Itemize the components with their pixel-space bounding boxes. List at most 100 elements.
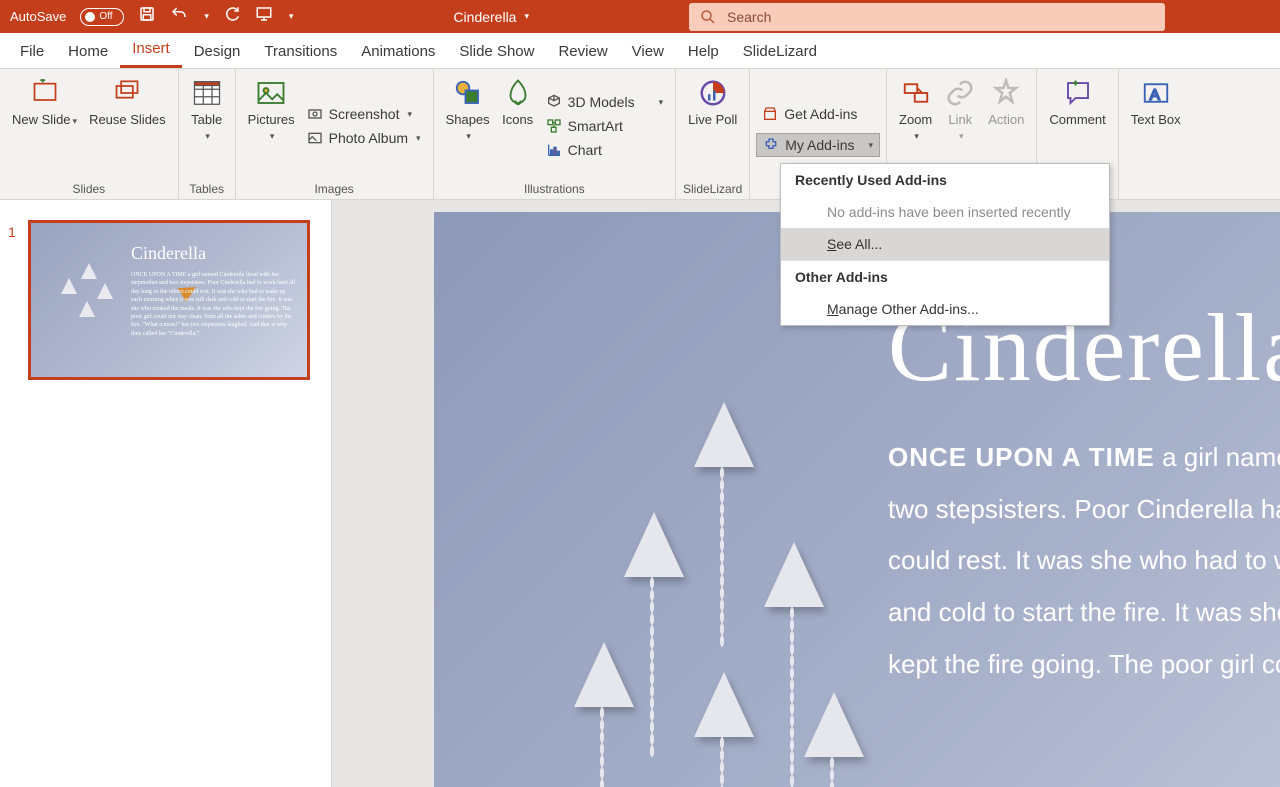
- screenshot-icon: [307, 106, 323, 122]
- chevron-down-icon: ▾: [416, 133, 421, 144]
- smartart-icon: [546, 118, 562, 134]
- dropdown-no-recent: No add-ins have been inserted recently: [781, 196, 1109, 228]
- smartart-label: SmartArt: [568, 118, 623, 134]
- chevron-down-icon: ▾: [270, 131, 275, 141]
- icons-button[interactable]: Icons: [496, 73, 540, 179]
- chevron-down-icon: ▾: [407, 109, 412, 120]
- tab-view[interactable]: View: [620, 35, 676, 68]
- chevron-down-icon: ▾: [73, 116, 78, 126]
- undo-dropdown-icon[interactable]: ▾: [204, 11, 209, 22]
- tab-home[interactable]: Home: [56, 35, 120, 68]
- save-icon[interactable]: [138, 5, 156, 28]
- link-icon: [944, 77, 976, 109]
- plane-icon: [694, 672, 754, 737]
- tab-review[interactable]: Review: [546, 35, 619, 68]
- chevron-down-icon: ▾: [205, 131, 210, 141]
- plane-icon: [804, 692, 864, 757]
- tab-insert[interactable]: Insert: [120, 32, 182, 68]
- plane-icon: [624, 512, 684, 577]
- comment-label: Comment: [1049, 113, 1105, 128]
- 3d-models-button[interactable]: 3D Models▾: [540, 91, 669, 113]
- chart-button[interactable]: Chart: [540, 139, 669, 161]
- qat-customize-icon[interactable]: ▾: [289, 11, 294, 22]
- plane-icon: [81, 263, 97, 279]
- group-label-images: Images: [242, 179, 427, 199]
- chevron-down-icon: ▾: [466, 131, 471, 141]
- tab-transitions[interactable]: Transitions: [252, 35, 349, 68]
- plane-icon: [574, 642, 634, 707]
- slide-body-lead: ONCE UPON A TIME: [888, 442, 1155, 472]
- my-addins-dropdown: Recently Used Add-ins No add-ins have be…: [780, 163, 1110, 326]
- zoom-label: Zoom: [899, 112, 932, 127]
- autosave-toggle[interactable]: Off: [80, 8, 124, 26]
- smartart-button[interactable]: SmartArt: [540, 115, 669, 137]
- group-label-tables: Tables: [185, 179, 229, 199]
- tabs-bar: File Home Insert Design Transitions Anim…: [0, 33, 1280, 69]
- plane-icon: [79, 301, 95, 317]
- text-box-icon: A: [1140, 77, 1172, 109]
- tab-design[interactable]: Design: [182, 35, 253, 68]
- redo-icon[interactable]: [223, 5, 241, 28]
- group-label-illustrations: Illustrations: [440, 179, 670, 199]
- live-poll-icon: [697, 77, 729, 109]
- tab-help[interactable]: Help: [676, 35, 731, 68]
- search-box[interactable]: Search: [689, 3, 1165, 31]
- pictures-button[interactable]: Pictures ▾: [242, 73, 301, 179]
- get-addins-label: Get Add-ins: [784, 106, 857, 122]
- my-addins-button[interactable]: My Add-ins▾: [756, 133, 880, 157]
- photo-album-label: Photo Album: [329, 130, 408, 146]
- tab-animations[interactable]: Animations: [349, 35, 447, 68]
- group-text: A Text Box: [1119, 69, 1193, 199]
- icons-icon: [502, 77, 534, 109]
- table-button[interactable]: Table ▾: [185, 73, 229, 179]
- quick-access-toolbar: ▾ ▾: [138, 5, 293, 28]
- photo-album-button[interactable]: Photo Album ▾: [301, 127, 427, 149]
- table-label: Table: [191, 112, 222, 127]
- undo-icon[interactable]: [170, 5, 188, 28]
- tab-file[interactable]: File: [8, 35, 56, 68]
- group-slidelizard: Live Poll SlideLizard: [676, 69, 750, 199]
- action-label: Action: [988, 113, 1024, 128]
- thumbnail-panel: 1 Cinderella ONCE UPON A TIME a girl nam…: [0, 200, 332, 787]
- comment-icon: [1062, 77, 1094, 109]
- pictures-label: Pictures: [248, 112, 295, 127]
- tab-slide-show[interactable]: Slide Show: [447, 35, 546, 68]
- plane-icon: [61, 278, 77, 294]
- store-icon: [762, 106, 778, 122]
- cube-icon: [546, 94, 562, 110]
- dropdown-see-all[interactable]: See All...: [781, 228, 1109, 260]
- chevron-down-icon: ▾: [914, 131, 919, 141]
- addins-icon: [763, 137, 779, 153]
- thumb-body: ONCE UPON A TIME a girl named Cinderella…: [131, 271, 297, 338]
- slide-thumbnail-1[interactable]: Cinderella ONCE UPON A TIME a girl named…: [28, 220, 310, 380]
- thumb-title: Cinderella: [131, 243, 206, 264]
- document-title[interactable]: Cinderella ▾: [453, 9, 529, 25]
- tab-slidelizard[interactable]: SlideLizard: [731, 35, 829, 68]
- present-icon[interactable]: [255, 5, 273, 28]
- live-poll-label: Live Poll: [688, 113, 737, 128]
- search-placeholder: Search: [727, 9, 771, 25]
- document-title-caret-icon: ▾: [524, 11, 529, 22]
- reuse-slides-icon: [111, 77, 143, 109]
- slide-number: 1: [8, 224, 16, 240]
- live-poll-button[interactable]: Live Poll: [682, 73, 743, 179]
- reuse-slides-button[interactable]: Reuse Slides: [83, 73, 172, 179]
- icons-label: Icons: [502, 113, 533, 128]
- action-icon: [990, 77, 1022, 109]
- text-box-label: Text Box: [1131, 113, 1181, 128]
- svg-text:A: A: [1149, 86, 1159, 103]
- dropdown-manage[interactable]: Manage Other Add-ins...: [781, 293, 1109, 325]
- my-addins-label: My Add-ins: [785, 137, 854, 153]
- plane-icon: [97, 283, 113, 299]
- screenshot-button[interactable]: Screenshot▾: [301, 103, 427, 125]
- reuse-slides-label: Reuse Slides: [89, 113, 166, 128]
- new-slide-button[interactable]: New Slide▾: [6, 73, 83, 179]
- shapes-button[interactable]: Shapes▾: [440, 73, 496, 179]
- text-box-button[interactable]: A Text Box: [1125, 73, 1187, 179]
- group-images: Pictures ▾ Screenshot▾ Photo Album ▾ Image…: [236, 69, 434, 199]
- photo-album-icon: [307, 130, 323, 146]
- slide-body: ONCE UPON A TIME a girl named Cinderella…: [888, 432, 1280, 690]
- pictures-icon: [255, 77, 287, 109]
- get-addins-button[interactable]: Get Add-ins: [756, 103, 880, 125]
- shapes-icon: [452, 77, 484, 109]
